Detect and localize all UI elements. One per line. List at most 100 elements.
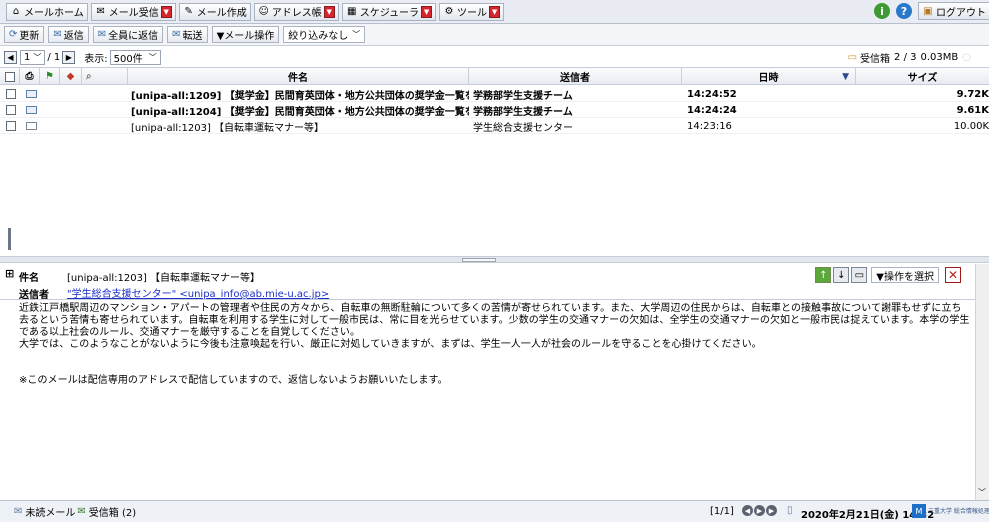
display-count-select[interactable]: 500件 ﹀ bbox=[109, 49, 161, 65]
pane-resize-handle[interactable] bbox=[8, 228, 11, 250]
previous-message-icon[interactable]: ↑ bbox=[815, 267, 832, 283]
chevron-down-icon[interactable]: ▼ bbox=[421, 5, 433, 18]
filter-select[interactable]: 絞り込みなし ﹀ bbox=[283, 26, 366, 43]
tools-label: ツール bbox=[457, 8, 488, 19]
next-message-icon[interactable]: ↓ bbox=[833, 267, 850, 283]
prev-page-icon[interactable]: ◀ bbox=[4, 50, 17, 64]
body-paragraph: ※このメールは配信専用のアドレスで配信していますので、返信しないようお願いいたし… bbox=[19, 375, 448, 386]
inbox-icon: ✉ bbox=[77, 506, 86, 517]
mail-operations-label: ▼メール操作 bbox=[216, 31, 275, 42]
refresh-button[interactable]: ⟳ 更新 bbox=[4, 26, 45, 43]
size-column-header[interactable]: サイズ bbox=[856, 68, 989, 85]
address-book-icon: ☺ bbox=[258, 6, 269, 17]
forward-button[interactable]: ✉ 転送 bbox=[167, 26, 208, 43]
expand-icon[interactable]: ⊞ bbox=[5, 267, 14, 280]
scheduler-button[interactable]: ▦ スケジューラ ▼ bbox=[341, 2, 437, 21]
read-status-icon: ⎙ bbox=[25, 71, 34, 82]
row-checkbox-cell[interactable] bbox=[6, 86, 18, 102]
close-preview-icon[interactable]: ✕ bbox=[945, 267, 961, 283]
action-select[interactable]: ▼操作を選択 bbox=[871, 267, 939, 283]
chevron-down-icon[interactable]: ▼ bbox=[489, 5, 501, 18]
message-size: 9.61K bbox=[956, 104, 989, 116]
subject-column-header[interactable]: 件名 bbox=[128, 68, 469, 85]
body-blank-line bbox=[19, 363, 971, 375]
info-icon[interactable]: i bbox=[874, 3, 890, 19]
row-checkbox[interactable] bbox=[6, 121, 16, 131]
reply-all-button[interactable]: ✉ 全員に返信 bbox=[92, 26, 164, 43]
message-time: 14:24:24 bbox=[687, 104, 737, 116]
mail-receive-label: メール受信 bbox=[108, 8, 159, 19]
help-icon[interactable]: ? bbox=[896, 3, 912, 19]
university-logo-icon: M bbox=[912, 504, 926, 518]
chevron-down-icon[interactable]: ﹀ bbox=[978, 487, 986, 498]
status-prev-icon[interactable]: ◀ bbox=[742, 505, 753, 516]
message-subject[interactable]: [unipa-all:1203] 【自転車運転マナー等】 bbox=[131, 118, 469, 134]
priority-column[interactable]: ◆ bbox=[60, 68, 82, 85]
logout-label: ログアウト bbox=[936, 7, 986, 19]
tools-button[interactable]: ⚙ ツール ▼ bbox=[439, 2, 505, 21]
scheduler-label: スケジューラ bbox=[359, 8, 420, 19]
row-checkbox-cell[interactable] bbox=[6, 102, 18, 118]
mail-home-button[interactable]: ⌂ メールホーム bbox=[6, 2, 88, 21]
row-checkbox-cell[interactable] bbox=[6, 118, 18, 134]
refresh-icon: ⟳ bbox=[9, 29, 18, 40]
open-window-icon[interactable]: ▭ bbox=[851, 267, 868, 283]
date-column-header[interactable]: 日時 ▼ bbox=[682, 68, 856, 85]
splitter-grip[interactable] bbox=[462, 258, 496, 262]
inbox-link[interactable]: 受信箱 (2) bbox=[89, 504, 136, 519]
reply-all-icon: ✉ bbox=[97, 29, 107, 40]
message-subject[interactable]: [unipa-all:1204] 【奨学金】民間育英団体・地方公共団体の奨学金一… bbox=[131, 102, 469, 118]
next-page-icon[interactable]: ▶ bbox=[62, 50, 76, 64]
body-paragraph: 近鉄江戸橋駅周辺のマンション・アパートの管理者や住民の方々から、自転車の無断駐輪… bbox=[19, 303, 970, 338]
message-row[interactable]: [unipa-all:1209] 【奨学金】民間育英団体・地方公共団体の奨学金一… bbox=[0, 86, 989, 102]
refresh-label: 更新 bbox=[19, 31, 40, 42]
folder-name: 受信箱 bbox=[860, 54, 891, 65]
attachment-icon: ⌕ bbox=[86, 71, 92, 82]
filter-value: 絞り込みなし bbox=[288, 31, 349, 42]
reply-button[interactable]: ✉ 返信 bbox=[48, 26, 89, 43]
address-book-button[interactable]: ☺ アドレス帳 ▼ bbox=[253, 2, 339, 21]
message-row[interactable]: [unipa-all:1204] 【奨学金】民間育英団体・地方公共団体の奨学金一… bbox=[0, 102, 989, 118]
sender-column-header[interactable]: 送信者 bbox=[469, 68, 682, 85]
priority-icon: ◆ bbox=[66, 71, 75, 82]
unread-mail-icon bbox=[26, 90, 37, 98]
preview-sender-link[interactable]: "学生総合支援センター" <unipa_info@ab.mie-u.ac.jp> bbox=[67, 285, 329, 300]
select-all-checkbox-column[interactable] bbox=[0, 68, 20, 85]
mail-compose-button[interactable]: ✎ メール作成 bbox=[178, 2, 251, 21]
message-sender: 学生総合支援センター bbox=[473, 122, 573, 134]
horizontal-splitter[interactable] bbox=[0, 256, 989, 263]
folder-size: 0.03MB bbox=[920, 52, 959, 63]
mail-receive-button[interactable]: ✉ メール受信 ▼ bbox=[90, 2, 176, 21]
mail-home-label: メールホーム bbox=[24, 8, 84, 19]
preview-sender-label: 送信者 bbox=[19, 290, 49, 301]
status-pager-controls: ◀ ▶ ▶ bbox=[742, 505, 777, 516]
select-all-checkbox[interactable] bbox=[4, 71, 15, 82]
message-subject[interactable]: [unipa-all:1209] 【奨学金】民間育英団体・地方公共団体の奨学金一… bbox=[131, 86, 469, 102]
folder-count: 2 / 3 bbox=[894, 52, 917, 63]
message-row[interactable]: [unipa-all:1203] 【自転車運転マナー等】 学生総合支援センター … bbox=[0, 118, 989, 134]
page-total: / 1 bbox=[47, 51, 61, 63]
body-paragraph: 大学では、このようなことがないように今後も注意喚起を行い、厳正に対処していきます… bbox=[19, 339, 762, 350]
unread-mail-link[interactable]: 未読メール bbox=[25, 504, 75, 519]
unread-envelope-cell bbox=[26, 102, 40, 118]
unread-envelope-cell bbox=[26, 86, 40, 102]
mail-compose-label: メール作成 bbox=[196, 8, 247, 19]
mail-operations-button[interactable]: ▼メール操作 bbox=[211, 26, 280, 43]
row-checkbox[interactable] bbox=[6, 89, 16, 99]
chevron-down-icon[interactable]: ▼ bbox=[323, 5, 335, 18]
status-next-icon[interactable]: ▶ bbox=[754, 505, 765, 516]
attachment-column[interactable]: ⌕ bbox=[82, 68, 128, 85]
loading-spinner-icon: ◌ bbox=[962, 52, 971, 63]
read-status-column[interactable]: ⎙ bbox=[20, 68, 40, 85]
status-last-icon[interactable]: ▶ bbox=[766, 505, 777, 516]
forward-icon: ✉ bbox=[172, 29, 181, 40]
pager-bar: ◀ 1 ﹀ / 1 ▶ 表示: 500件 ﹀ ▭ 受信箱 2 / 3 0.03M… bbox=[0, 47, 989, 67]
sort-desc-icon: ▼ bbox=[842, 71, 849, 82]
status-page: [1/1] bbox=[710, 506, 734, 517]
flag-column[interactable]: ⚑ bbox=[40, 68, 60, 85]
page-select[interactable]: 1 ﹀ bbox=[20, 49, 46, 65]
logout-button[interactable]: ▣ ログアウト bbox=[918, 2, 989, 20]
row-checkbox[interactable] bbox=[6, 105, 16, 115]
chevron-down-icon[interactable]: ▼ bbox=[160, 5, 172, 18]
vertical-scrollbar[interactable]: ﹀ bbox=[975, 264, 989, 500]
